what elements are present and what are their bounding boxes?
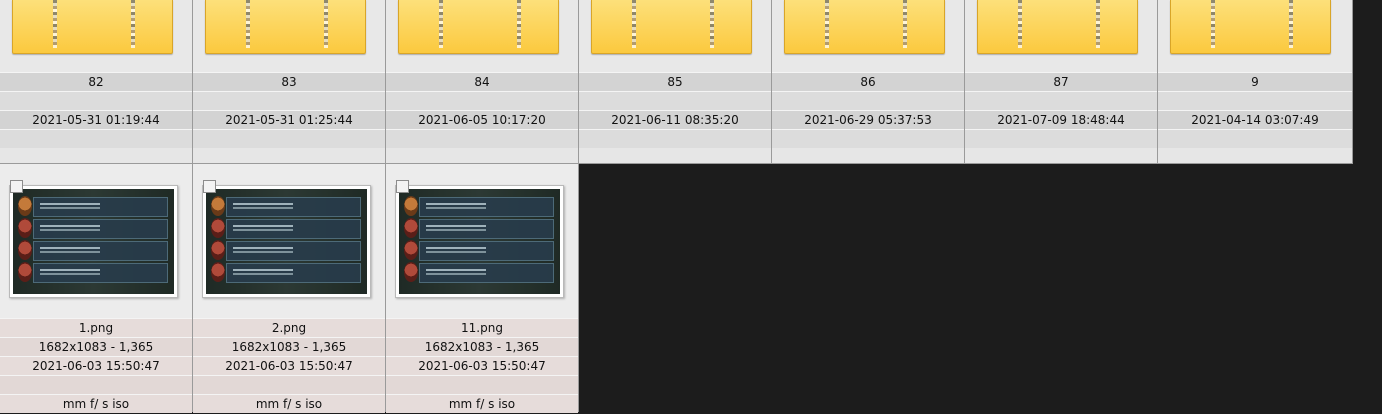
image-tile[interactable]: 1.png 1682x1083 - 1,365 2021-06-03 15:50… <box>0 164 193 413</box>
folder-icon <box>1170 0 1331 54</box>
folder-tile[interactable]: 85 2021-06-11 08:35:20 <box>579 0 772 164</box>
image-thumbnail[interactable] <box>202 185 371 298</box>
select-checkbox[interactable] <box>203 180 216 193</box>
folder-tile[interactable]: 83 2021-05-31 01:25:44 <box>193 0 386 164</box>
select-checkbox[interactable] <box>396 180 409 193</box>
folder-thumbnail <box>772 0 964 72</box>
image-thumbnail[interactable] <box>395 185 564 298</box>
folder-name: 86 <box>772 72 964 91</box>
folder-date: 2021-06-29 05:37:53 <box>772 110 964 129</box>
image-date: 2021-06-03 15:50:47 <box>0 356 192 375</box>
image-date: 2021-06-03 15:50:47 <box>193 356 385 375</box>
folder-date: 2021-05-31 01:25:44 <box>193 110 385 129</box>
folder-date: 2021-06-05 10:17:20 <box>386 110 578 129</box>
image-dimensions: 1682x1083 - 1,365 <box>386 337 578 356</box>
folder-info-empty <box>193 129 385 148</box>
folder-date: 2021-06-11 08:35:20 <box>579 110 771 129</box>
folder-icon <box>591 0 752 54</box>
image-tile[interactable]: 11.png 1682x1083 - 1,365 2021-06-03 15:5… <box>386 164 579 413</box>
folder-info-empty <box>965 129 1157 148</box>
image-info-empty <box>386 375 578 394</box>
folder-name: 82 <box>0 72 192 91</box>
image-exif: mm f/ s iso <box>386 394 578 413</box>
folder-name: 83 <box>193 72 385 91</box>
folder-tile[interactable]: 9 2021-04-14 03:07:49 <box>1158 0 1353 164</box>
folder-info-empty <box>193 91 385 110</box>
image-tile[interactable]: 2.png 1682x1083 - 1,365 2021-06-03 15:50… <box>193 164 386 413</box>
folder-tile[interactable]: 84 2021-06-05 10:17:20 <box>386 0 579 164</box>
image-info-empty <box>0 375 192 394</box>
folder-info-empty <box>0 91 192 110</box>
folder-info-empty <box>772 129 964 148</box>
folder-icon <box>398 0 559 54</box>
folder-date: 2021-05-31 01:19:44 <box>0 110 192 129</box>
folder-icon <box>205 0 366 54</box>
folder-info-empty <box>1158 129 1352 148</box>
folder-name: 9 <box>1158 72 1352 91</box>
image-filename: 2.png <box>193 318 385 337</box>
folder-name: 84 <box>386 72 578 91</box>
image-thumbnail-area <box>386 164 578 318</box>
folder-tile[interactable]: 82 2021-05-31 01:19:44 <box>0 0 193 164</box>
folder-icon <box>784 0 945 54</box>
image-filename: 11.png <box>386 318 578 337</box>
image-dimensions: 1682x1083 - 1,365 <box>193 337 385 356</box>
image-thumbnail-area <box>193 164 385 318</box>
select-checkbox[interactable] <box>10 180 23 193</box>
folder-date: 2021-04-14 03:07:49 <box>1158 110 1352 129</box>
image-info-empty <box>193 375 385 394</box>
folder-info-empty <box>579 91 771 110</box>
image-exif: mm f/ s iso <box>193 394 385 413</box>
folder-tile[interactable]: 86 2021-06-29 05:37:53 <box>772 0 965 164</box>
folder-thumbnail <box>386 0 578 72</box>
image-dimensions: 1682x1083 - 1,365 <box>0 337 192 356</box>
folder-thumbnail <box>1158 0 1352 72</box>
image-date: 2021-06-03 15:50:47 <box>386 356 578 375</box>
folder-info-empty <box>386 91 578 110</box>
folder-name: 87 <box>965 72 1157 91</box>
folder-icon <box>977 0 1138 54</box>
folder-thumbnail <box>579 0 771 72</box>
folder-info-empty <box>386 129 578 148</box>
image-exif: mm f/ s iso <box>0 394 192 413</box>
image-thumbnail[interactable] <box>9 185 178 298</box>
folder-name: 85 <box>579 72 771 91</box>
folder-info-empty <box>0 129 192 148</box>
folder-date: 2021-07-09 18:48:44 <box>965 110 1157 129</box>
folder-info-empty <box>772 91 964 110</box>
folder-icon <box>12 0 173 54</box>
image-thumbnail-area <box>0 164 192 318</box>
folder-thumbnail <box>0 0 192 72</box>
folder-thumbnail <box>193 0 385 72</box>
folder-thumbnail <box>965 0 1157 72</box>
folder-info-empty <box>965 91 1157 110</box>
image-filename: 1.png <box>0 318 192 337</box>
folder-info-empty <box>1158 91 1352 110</box>
folder-tile[interactable]: 87 2021-07-09 18:48:44 <box>965 0 1158 164</box>
folder-info-empty <box>579 129 771 148</box>
